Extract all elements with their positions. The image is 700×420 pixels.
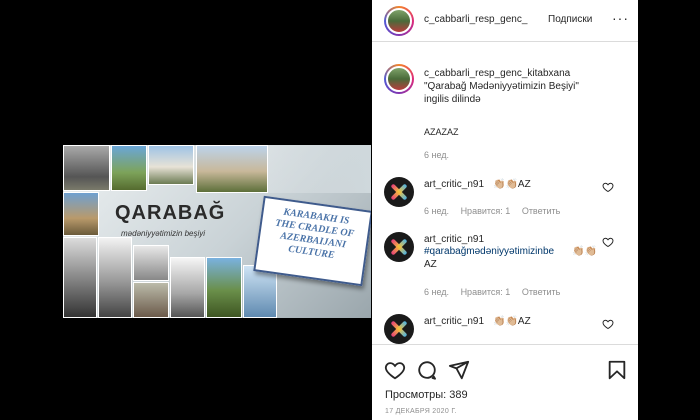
caption-text: ingilis dilində [424,94,481,105]
photo-tile [63,145,110,191]
comment-meta: 6 нед. Нравится: 1 Ответить [424,287,569,297]
post-image[interactable]: QARABAĞ mədəniyyətimizin beşiyi KARABAKH… [63,145,371,318]
commenter-avatar[interactable] [384,232,414,262]
comment-username[interactable]: art_critic_n91 [424,234,484,245]
caption-avatar[interactable] [384,64,414,94]
like-heart-icon[interactable] [602,181,614,193]
like-heart-icon[interactable] [602,318,614,330]
photo-tile [206,257,242,318]
comment-text: 👏🏼👏🏼AZ [493,179,531,190]
caption-tag: AZAZAZ [424,127,459,137]
comment-text: 👏🏼👏🏼AZ [493,316,531,327]
like-heart-icon[interactable] [602,236,614,248]
photo-tile [63,192,99,236]
photo-tile [63,237,97,318]
photo-tile [111,145,147,191]
reply-button[interactable]: Ответить [522,287,560,297]
comment-username[interactable]: art_critic_n91 [424,179,484,190]
views-count[interactable]: Просмотры: 389 [385,389,468,401]
caption-time[interactable]: 6 нед. [424,150,449,160]
post-header: c_cabbarli_resp_genc_ Подписки ··· [372,0,638,42]
backdrop-edge [638,0,700,420]
image-title: QARABAĞ [115,202,226,224]
post-date: 17 ДЕКАБРЯ 2020 Г. [385,408,457,415]
photo-tile [98,237,132,318]
photo-tile [148,145,194,185]
post-side-panel: c_cabbarli_resp_genc_ Подписки ··· c_cab… [372,0,638,420]
commenter-avatar[interactable] [384,314,414,344]
post-actions: Просмотры: 389 17 ДЕКАБРЯ 2020 Г. [372,344,638,420]
image-banner: KARABAKH IS THE CRADLE OF AZERBAIJANI CU… [253,195,371,287]
comment-hashtag[interactable]: #qarabağmədəniyyətimizinbe [424,246,554,257]
reply-button[interactable]: Ответить [522,206,560,216]
comment-time[interactable]: 6 нед. [424,206,449,216]
author-username[interactable]: c_cabbarli_resp_genc_ [424,14,527,25]
comment-likes[interactable]: Нравится: 1 [461,287,511,297]
image-subtitle: mədəniyyətimizin beşiyi [121,229,206,238]
photo-tile [133,282,169,318]
follow-button[interactable]: Подписки [548,14,592,25]
photo-tile [268,145,371,193]
photo-tile [133,245,169,281]
comment-meta: 6 нед. Нравится: 1 Ответить [424,206,569,216]
comment-text: AZ [424,259,437,270]
photo-tile [170,257,205,318]
share-icon[interactable] [448,359,470,381]
bookmark-icon[interactable] [606,359,628,381]
caption-text: "Qarabağ Mədəniyyətimizin Beşiyi" [424,81,579,92]
comment-icon[interactable] [416,359,438,381]
author-avatar[interactable] [384,6,414,36]
photo-tile [196,145,268,193]
comment-text: 👏🏼👏🏼 [572,246,597,257]
comment-time[interactable]: 6 нед. [424,287,449,297]
like-icon[interactable] [384,359,406,381]
comments-list[interactable]: c_cabbarli_resp_genc_kitabxana "Qarabağ … [372,42,638,344]
comment-username[interactable]: art_critic_n91 [424,316,484,327]
comment-likes[interactable]: Нравится: 1 [461,206,511,216]
more-icon[interactable]: ··· [612,10,629,26]
caption-username[interactable]: c_cabbarli_resp_genc_kitabxana [424,68,570,79]
commenter-avatar[interactable] [384,177,414,207]
post-media-area: QARABAĞ mədəniyyətimizin beşiyi KARABAKH… [0,0,372,420]
